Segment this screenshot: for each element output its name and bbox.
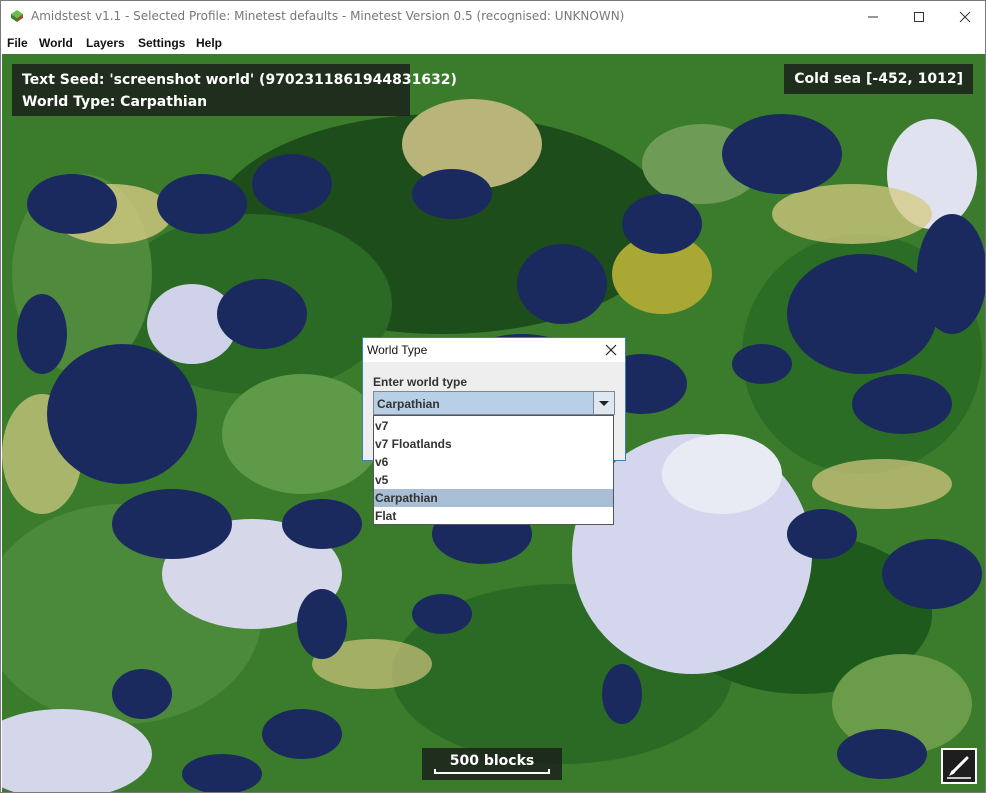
menu-layers[interactable]: Layers	[86, 36, 125, 50]
biome-info-text: Cold sea [-452, 1012]	[794, 71, 963, 87]
world-type-dropdown-list: v7 v7 Floatlands v6 v5 Carpathian Flat	[373, 415, 614, 525]
pencil-edit-icon	[947, 756, 971, 779]
option-v7-floatlands[interactable]: v7 Floatlands	[374, 435, 613, 453]
biome-info-panel: Cold sea [-452, 1012]	[784, 64, 973, 94]
scale-bar-panel: 500 blocks	[422, 748, 562, 780]
combobox-arrow-button[interactable]	[593, 392, 614, 414]
option-v7[interactable]: v7	[374, 417, 613, 435]
menu-settings[interactable]: Settings	[138, 36, 185, 50]
app-icon	[11, 10, 23, 22]
app-window: Amidstest v1.1 - Selected Profile: Minet…	[0, 0, 986, 793]
dialog-title-bar[interactable]: World Type	[363, 338, 625, 362]
close-icon	[605, 344, 617, 356]
world-type-prompt: Enter world type	[373, 375, 468, 389]
close-icon	[959, 11, 971, 23]
world-type-text: World Type: Carpathian	[22, 94, 208, 110]
menu-file[interactable]: File	[7, 36, 28, 50]
scale-bar	[434, 772, 550, 774]
window-title: Amidstest v1.1 - Selected Profile: Minet…	[31, 9, 625, 23]
menu-help[interactable]: Help	[196, 36, 222, 50]
seed-info-panel: Text Seed: 'screenshot world' (970231186…	[12, 64, 457, 116]
minimize-icon	[868, 16, 878, 18]
scale-tick-right	[548, 769, 550, 774]
option-v5[interactable]: v5	[374, 471, 613, 489]
scale-tick-left	[434, 769, 436, 774]
option-carpathian[interactable]: Carpathian	[374, 489, 613, 507]
option-v6[interactable]: v6	[374, 453, 613, 471]
minimize-button[interactable]	[849, 1, 895, 32]
maximize-button[interactable]	[895, 1, 941, 32]
dialog-title: World Type	[367, 343, 428, 357]
menu-bar: File World Layers Settings Help	[1, 32, 985, 54]
option-flat[interactable]: Flat	[374, 507, 613, 525]
chevron-down-icon	[599, 401, 609, 406]
menu-world[interactable]: World	[39, 36, 73, 50]
seed-text: Text Seed: 'screenshot world' (970231186…	[22, 72, 457, 88]
maximize-icon	[914, 12, 924, 22]
title-bar[interactable]: Amidstest v1.1 - Selected Profile: Minet…	[1, 1, 985, 32]
edit-button[interactable]	[941, 748, 977, 784]
dialog-close-button[interactable]	[601, 340, 621, 360]
scale-label: 500 blocks	[449, 753, 535, 769]
close-button[interactable]	[941, 1, 985, 32]
world-type-combobox[interactable]: Carpathian	[373, 391, 615, 415]
world-type-selected-value: Carpathian	[377, 397, 440, 411]
